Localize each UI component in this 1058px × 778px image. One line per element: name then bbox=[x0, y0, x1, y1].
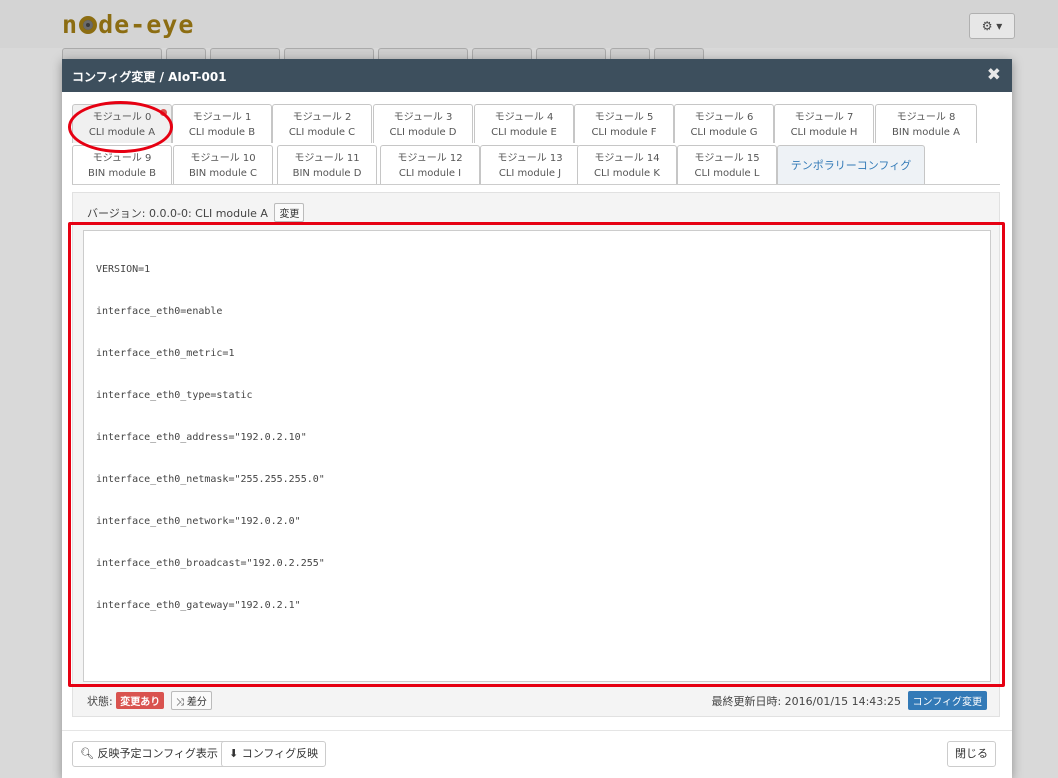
tab-module-14[interactable]: モジュール 14 CLI module K bbox=[577, 145, 677, 184]
shuffle-icon: ⤨ bbox=[175, 697, 184, 708]
editor-line: interface_eth0_type=static bbox=[96, 390, 253, 401]
eye-icon bbox=[79, 16, 98, 34]
editor-line: interface_eth0_broadcast="192.0.2.255" bbox=[96, 558, 325, 569]
tab-sublabel: CLI module I bbox=[398, 168, 462, 179]
modal-title: コンフィグ変更 / AIoT-001 bbox=[72, 70, 227, 84]
tab-label: テンポラリーコンフィグ bbox=[790, 159, 912, 172]
settings-dropdown-button[interactable]: ⚙ ▾ bbox=[969, 13, 1015, 39]
editor-line: interface_eth0=enable bbox=[96, 306, 223, 317]
editor-line: interface_eth0_gateway="192.0.2.1" bbox=[96, 600, 301, 611]
tab-module-3[interactable]: モジュール 3 CLI module D bbox=[373, 104, 473, 143]
close-button[interactable]: 閉じる bbox=[947, 741, 996, 767]
tab-module-9[interactable]: モジュール 9 BIN module B bbox=[72, 145, 172, 184]
tab-module-2[interactable]: モジュール 2 CLI module C bbox=[272, 104, 372, 143]
tab-label: モジュール 13 bbox=[497, 153, 563, 164]
caret-down-icon: ▾ bbox=[996, 19, 1003, 33]
tabs-divider bbox=[72, 184, 1000, 185]
version-info: バージョン: 0.0.0-0: CLI module A 変更 bbox=[87, 203, 305, 222]
footer-divider bbox=[62, 730, 1012, 731]
tab-label: モジュール 8 bbox=[896, 112, 956, 123]
close-button-label: 閉じる bbox=[955, 747, 988, 760]
tab-sublabel: CLI module A bbox=[88, 127, 156, 138]
tab-label: モジュール 4 bbox=[494, 112, 554, 123]
tab-sublabel: BIN module B bbox=[88, 168, 156, 179]
tab-module-4[interactable]: モジュール 4 CLI module E bbox=[474, 104, 574, 143]
editor-line: interface_eth0_network="192.0.2.0" bbox=[96, 516, 301, 527]
tab-label: モジュール 12 bbox=[397, 153, 463, 164]
tab-sublabel: CLI module G bbox=[690, 127, 758, 138]
preview-config-button[interactable]: 🔍︎ 反映予定コンフィグ表示 bbox=[72, 741, 226, 767]
tab-module-13[interactable]: モジュール 13 CLI module J bbox=[480, 145, 580, 184]
config-change-modal: コンフィグ変更 / AIoT-001 ✖ モジュール 0 CLI module … bbox=[62, 59, 1012, 778]
tab-sublabel: CLI module J bbox=[498, 168, 562, 179]
preview-config-label: 反映予定コンフィグ表示 bbox=[97, 747, 218, 760]
editor-line: interface_eth0_metric=1 bbox=[96, 348, 235, 359]
config-editor[interactable]: VERSION=1 interface_eth0=enable interfac… bbox=[83, 230, 991, 682]
tab-label: モジュール 15 bbox=[694, 153, 760, 164]
download-icon: ⬇ bbox=[229, 747, 239, 760]
version-change-button[interactable]: 変更 bbox=[274, 203, 305, 222]
tab-module-11[interactable]: モジュール 11 BIN module D bbox=[277, 145, 377, 184]
editor-line: interface_eth0_address="192.0.2.10" bbox=[96, 432, 307, 443]
tab-module-15[interactable]: モジュール 15 CLI module L bbox=[677, 145, 777, 184]
tab-sublabel: CLI module B bbox=[188, 127, 256, 138]
tab-label: モジュール 0 bbox=[92, 112, 152, 123]
tab-sublabel: CLI module K bbox=[594, 168, 660, 179]
tab-label: モジュール 11 bbox=[294, 153, 360, 164]
config-panel: バージョン: 0.0.0-0: CLI module A 変更 VERSION=… bbox=[72, 192, 1000, 717]
tab-sublabel: CLI module L bbox=[694, 168, 760, 179]
tab-label: モジュール 5 bbox=[594, 112, 654, 123]
modal-header: コンフィグ変更 / AIoT-001 ✖ bbox=[62, 59, 1012, 92]
diff-button[interactable]: ⤨ 差分 bbox=[170, 691, 212, 710]
search-icon: 🔍︎ bbox=[80, 747, 94, 760]
config-change-button[interactable]: コンフィグ変更 bbox=[907, 691, 987, 710]
tab-sublabel: BIN module C bbox=[188, 168, 258, 179]
tab-module-0[interactable]: モジュール 0 CLI module A bbox=[72, 104, 172, 143]
tab-label: モジュール 9 bbox=[92, 153, 152, 164]
tab-module-12[interactable]: モジュール 12 CLI module I bbox=[380, 145, 480, 184]
tab-sublabel: CLI module F bbox=[591, 127, 657, 138]
tab-module-7[interactable]: モジュール 7 CLI module H bbox=[774, 104, 874, 143]
changed-badge: 変更あり bbox=[116, 692, 165, 709]
last-updated: 最終更新日時: 2016/01/15 14:43:25 コンフィグ変更 bbox=[711, 691, 987, 710]
app-logo[interactable]: n de-eye bbox=[62, 10, 194, 39]
tab-module-5[interactable]: モジュール 5 CLI module F bbox=[574, 104, 674, 143]
tab-sublabel: CLI module H bbox=[790, 127, 858, 138]
editor-line: interface_eth0_netmask="255.255.255.0" bbox=[96, 474, 325, 485]
status-bar: 状態: 変更あり ⤨ 差分 bbox=[87, 691, 212, 710]
apply-config-button[interactable]: ⬇ コンフィグ反映 bbox=[221, 741, 327, 767]
tab-sublabel: CLI module D bbox=[389, 127, 457, 138]
last-updated-text: 最終更新日時: 2016/01/15 14:43:25 bbox=[711, 695, 901, 708]
editor-line: VERSION=1 bbox=[96, 264, 151, 275]
tab-label: モジュール 2 bbox=[292, 112, 352, 123]
tab-temporary-config[interactable]: テンポラリーコンフィグ bbox=[777, 145, 925, 184]
status-label: 状態: bbox=[87, 695, 113, 708]
diff-button-label: 差分 bbox=[186, 697, 207, 708]
tab-sublabel: CLI module C bbox=[288, 127, 356, 138]
tab-sublabel: BIN module D bbox=[292, 168, 362, 179]
logo-text-end: de-eye bbox=[98, 10, 195, 39]
tab-label: モジュール 14 bbox=[594, 153, 660, 164]
tab-label: モジュール 6 bbox=[694, 112, 754, 123]
tab-label: モジュール 3 bbox=[393, 112, 453, 123]
changed-indicator-dot bbox=[160, 109, 167, 116]
apply-config-label: コンフィグ反映 bbox=[241, 747, 319, 760]
close-icon[interactable]: ✖ bbox=[987, 65, 1001, 85]
tab-module-6[interactable]: モジュール 6 CLI module G bbox=[674, 104, 774, 143]
logo-text-start: n bbox=[62, 10, 79, 39]
version-label: バージョン: 0.0.0-0: CLI module A bbox=[87, 207, 268, 220]
tab-sublabel: BIN module A bbox=[892, 127, 960, 138]
gear-icon: ⚙ bbox=[981, 19, 993, 33]
tab-module-10[interactable]: モジュール 10 BIN module C bbox=[173, 145, 273, 184]
tab-sublabel: CLI module E bbox=[491, 127, 557, 138]
tab-module-1[interactable]: モジュール 1 CLI module B bbox=[172, 104, 272, 143]
tab-label: モジュール 1 bbox=[192, 112, 252, 123]
tab-label: モジュール 7 bbox=[794, 112, 854, 123]
tab-module-8[interactable]: モジュール 8 BIN module A bbox=[875, 104, 977, 143]
tab-label: モジュール 10 bbox=[190, 153, 256, 164]
